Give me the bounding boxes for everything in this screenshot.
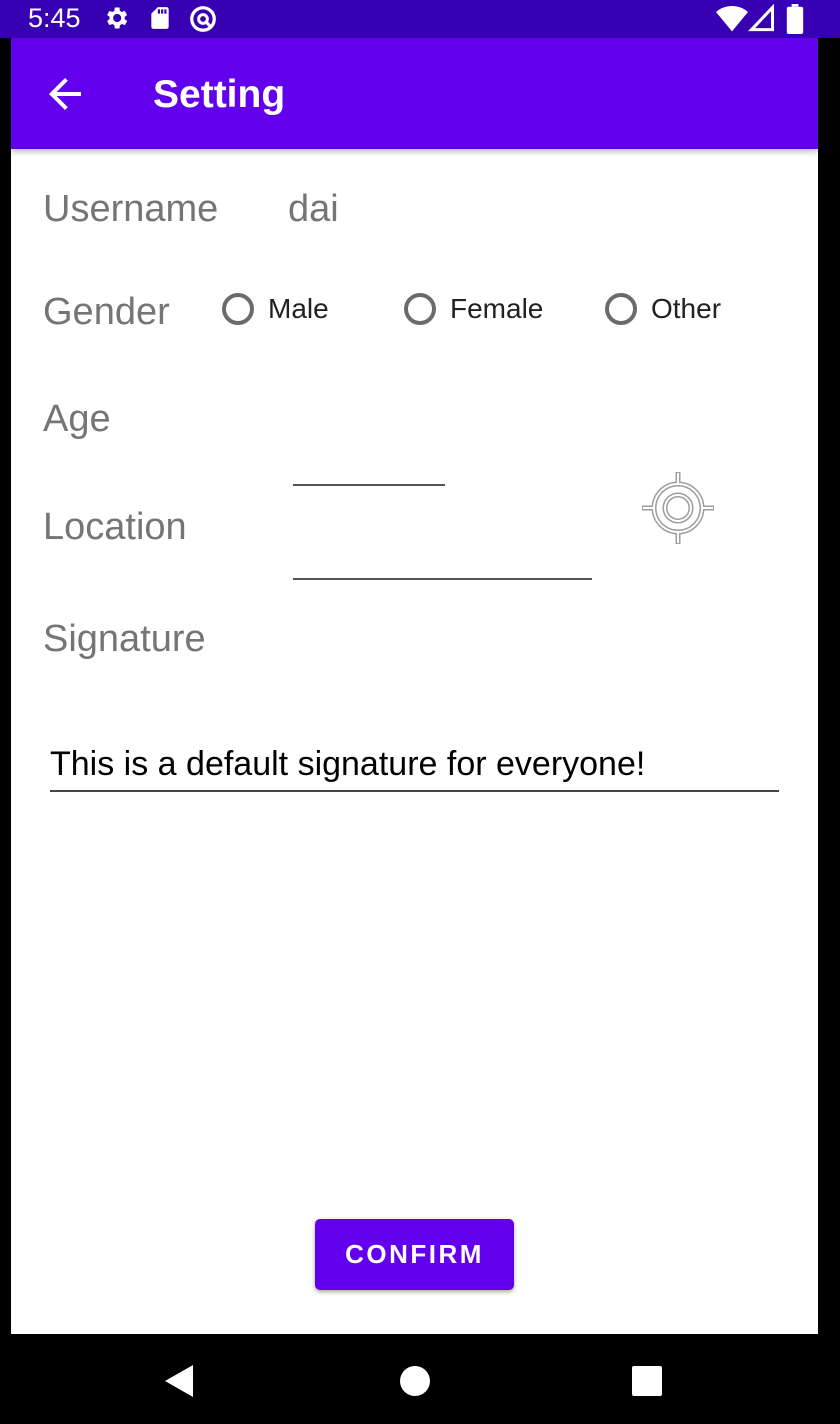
gps-locate-icon bbox=[642, 472, 714, 544]
radio-label-male: Male bbox=[268, 293, 329, 324]
status-bar: 5:45 bbox=[0, 0, 840, 38]
gear-icon bbox=[102, 4, 130, 37]
username-value: dai bbox=[288, 188, 339, 230]
battery-icon bbox=[786, 4, 804, 39]
radio-circle-icon bbox=[404, 293, 436, 325]
app-toolbar: Setting bbox=[11, 38, 818, 149]
screen: 5:45 Setting Username dai Gender Male Fe… bbox=[0, 0, 840, 1424]
gender-label: Gender bbox=[43, 291, 170, 333]
back-triangle-icon bbox=[165, 1365, 193, 1397]
system-nav-bar bbox=[0, 1334, 840, 1424]
age-input[interactable] bbox=[293, 438, 445, 486]
status-time: 5:45 bbox=[28, 3, 81, 33]
sd-card-icon bbox=[147, 4, 173, 37]
at-sign-icon bbox=[188, 4, 218, 39]
gender-radio-other[interactable]: Other bbox=[605, 288, 721, 330]
recents-square-icon bbox=[632, 1366, 662, 1396]
wifi-icon bbox=[716, 4, 748, 37]
radio-circle-icon bbox=[222, 293, 254, 325]
gender-radio-male[interactable]: Male bbox=[222, 288, 329, 330]
location-label: Location bbox=[43, 506, 187, 548]
location-input[interactable] bbox=[293, 532, 592, 580]
nav-back-button[interactable] bbox=[160, 1361, 200, 1401]
radio-label-other: Other bbox=[651, 293, 722, 324]
home-circle-icon bbox=[400, 1366, 430, 1396]
signal-icon bbox=[747, 3, 776, 37]
back-button[interactable] bbox=[41, 70, 89, 118]
age-label: Age bbox=[43, 398, 111, 440]
page-title: Setting bbox=[153, 73, 286, 116]
username-label: Username bbox=[43, 188, 219, 230]
nav-recents-button[interactable] bbox=[627, 1361, 667, 1401]
confirm-button[interactable]: CONFIRM bbox=[315, 1219, 514, 1290]
settings-window: Setting Username dai Gender Male Female … bbox=[11, 38, 818, 1334]
signature-input[interactable] bbox=[50, 738, 779, 792]
gender-radio-female[interactable]: Female bbox=[404, 288, 543, 330]
radio-circle-icon bbox=[605, 293, 637, 325]
signature-label: Signature bbox=[43, 618, 206, 660]
radio-label-female: Female bbox=[450, 293, 544, 324]
arrow-back-icon bbox=[49, 78, 81, 110]
locate-button[interactable] bbox=[638, 468, 718, 548]
nav-home-button[interactable] bbox=[395, 1361, 435, 1401]
